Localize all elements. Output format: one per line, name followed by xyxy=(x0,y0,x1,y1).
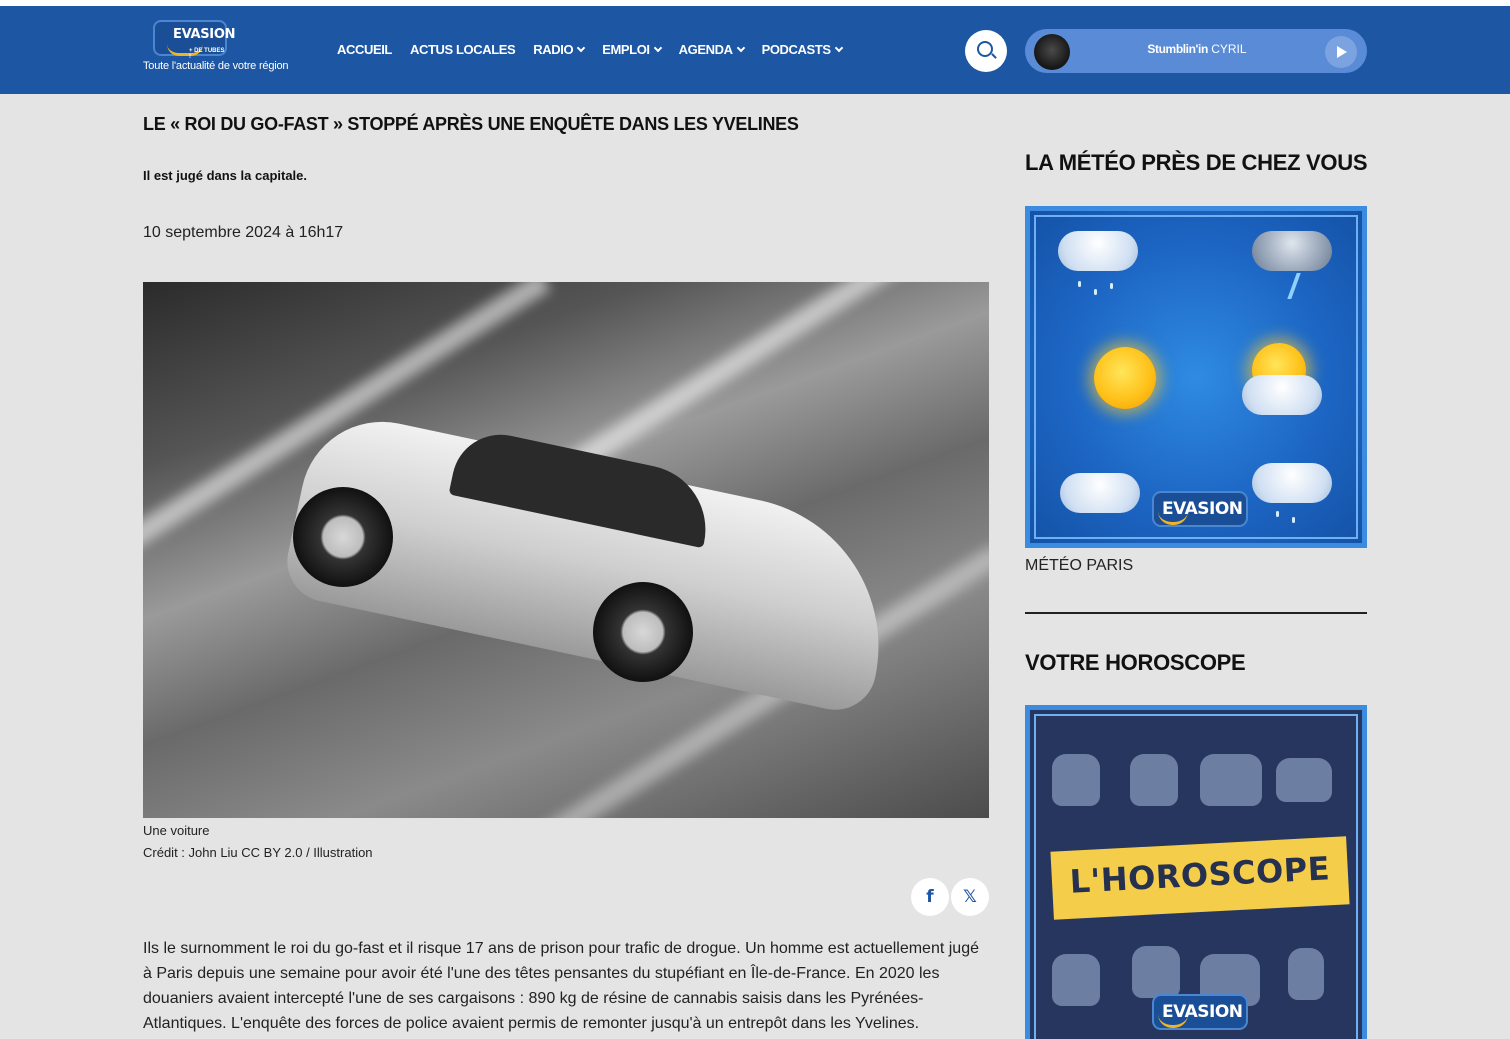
radio-player: Stumblin'in CYRIL xyxy=(1025,29,1367,73)
snowflake-icon xyxy=(1110,283,1113,289)
site-logo[interactable]: EVASION + DE TUBES ! Toute l'actualité d… xyxy=(143,20,303,80)
nav-label: PODCASTS xyxy=(761,42,831,57)
weather-link[interactable]: MÉTÉO PARIS xyxy=(1025,557,1133,575)
track-title: Stumblin'in xyxy=(1147,42,1208,56)
chevron-down-icon xyxy=(736,43,745,53)
evasion-logo: EVASION xyxy=(1152,491,1248,527)
badge-swoosh xyxy=(1158,511,1188,525)
nav-label: AGENDA xyxy=(678,42,733,57)
caption-credit: Crédit : John Liu CC BY 2.0 / Illustrati… xyxy=(143,845,373,860)
cancer-icon xyxy=(1276,758,1332,802)
search-icon-handle xyxy=(991,53,997,59)
evasion-logo: EVASION xyxy=(1152,994,1248,1030)
facebook-share-button[interactable]: f xyxy=(911,878,949,916)
weather-title: LA MÉTÉO PRÈS DE CHEZ VOUS xyxy=(1025,150,1368,175)
article-body: Ils le surnomment le roi du go-fast et i… xyxy=(143,940,979,1032)
chevron-down-icon xyxy=(834,43,843,53)
nav-label: ACTUS LOCALES xyxy=(409,42,516,57)
x-share-button[interactable]: 𝕏 xyxy=(951,878,989,916)
nav-podcasts[interactable]: PODCASTS xyxy=(761,42,843,57)
article-date: 10 septembre 2024 à 16h17 xyxy=(143,224,344,241)
raindrop-icon xyxy=(1276,511,1279,517)
share-buttons: f 𝕏 xyxy=(911,878,989,916)
car-wheel-rear xyxy=(593,582,693,682)
nav-label: ACCUEIL xyxy=(337,42,392,57)
main-nav: ACCUEIL ACTUS LOCALES RADIO EMPLOI AGEND… xyxy=(337,42,843,57)
aries-icon xyxy=(1052,754,1100,806)
gemini-icon xyxy=(1200,754,1262,806)
chevron-down-icon xyxy=(576,43,586,53)
snowflake-icon xyxy=(1078,281,1081,287)
x-icon: 𝕏 xyxy=(963,887,977,907)
nav-radio[interactable]: RADIO xyxy=(533,42,586,57)
nav-accueil[interactable]: ACCUEIL xyxy=(337,42,392,57)
article-image xyxy=(143,282,989,818)
sidebar-divider xyxy=(1025,612,1367,614)
logo-badge: EVASION + DE TUBES ! xyxy=(153,20,235,60)
capricorn-icon xyxy=(1132,946,1180,998)
motion-streak xyxy=(556,282,989,481)
partly-cloudy-icon xyxy=(1242,375,1322,415)
badge-swoosh xyxy=(1158,1014,1188,1028)
nav-actus-locales[interactable]: ACTUS LOCALES xyxy=(409,42,516,57)
sagittarius-icon xyxy=(1052,954,1100,1006)
raindrop-icon xyxy=(1292,517,1295,523)
snow-cloud-icon xyxy=(1058,231,1138,271)
storm-cloud-icon xyxy=(1252,231,1332,271)
logo-word: EVASION xyxy=(173,27,236,42)
now-playing: Stumblin'in CYRIL xyxy=(1117,42,1277,56)
nav-emploi[interactable]: EMPLOI xyxy=(602,42,662,57)
horoscope-widget[interactable]: L'HOROSCOPE EVASION xyxy=(1025,705,1367,1039)
image-caption: Une voiture Crédit : John Liu CC BY 2.0 … xyxy=(143,820,373,864)
play-button[interactable] xyxy=(1325,36,1357,68)
snowflake-icon xyxy=(1094,289,1097,295)
chevron-down-icon xyxy=(653,43,662,53)
facebook-icon: f xyxy=(926,887,934,907)
caption-text: Une voiture xyxy=(143,823,210,838)
car-wheel-front xyxy=(293,487,393,587)
site-header: EVASION + DE TUBES ! Toute l'actualité d… xyxy=(0,6,1510,94)
leo-icon xyxy=(1288,948,1324,1000)
weather-widget[interactable]: EVASION xyxy=(1025,206,1367,548)
horoscope-title: VOTRE HOROSCOPE xyxy=(1025,650,1246,675)
nav-agenda[interactable]: AGENDA xyxy=(678,42,745,57)
site-tagline: Toute l'actualité de votre région xyxy=(143,60,289,72)
sun-icon xyxy=(1094,347,1156,409)
play-icon xyxy=(1337,46,1347,58)
article-lead: Il est jugé dans la capitale. xyxy=(143,168,308,183)
horoscope-banner-text: L'HOROSCOPE xyxy=(1068,849,1331,901)
article-title: LE « ROI DU GO-FAST » STOPPÉ APRÈS UNE E… xyxy=(143,114,799,134)
cloud-icon xyxy=(1060,473,1140,513)
nav-label: RADIO xyxy=(533,42,574,57)
rain-cloud-icon xyxy=(1252,463,1332,503)
nav-label: EMPLOI xyxy=(602,42,650,57)
track-artist: CYRIL xyxy=(1211,42,1247,56)
logo-sub: + DE TUBES ! xyxy=(189,48,225,60)
taurus-icon xyxy=(1130,754,1178,806)
album-cover xyxy=(1034,34,1070,70)
search-button[interactable] xyxy=(965,30,1007,72)
